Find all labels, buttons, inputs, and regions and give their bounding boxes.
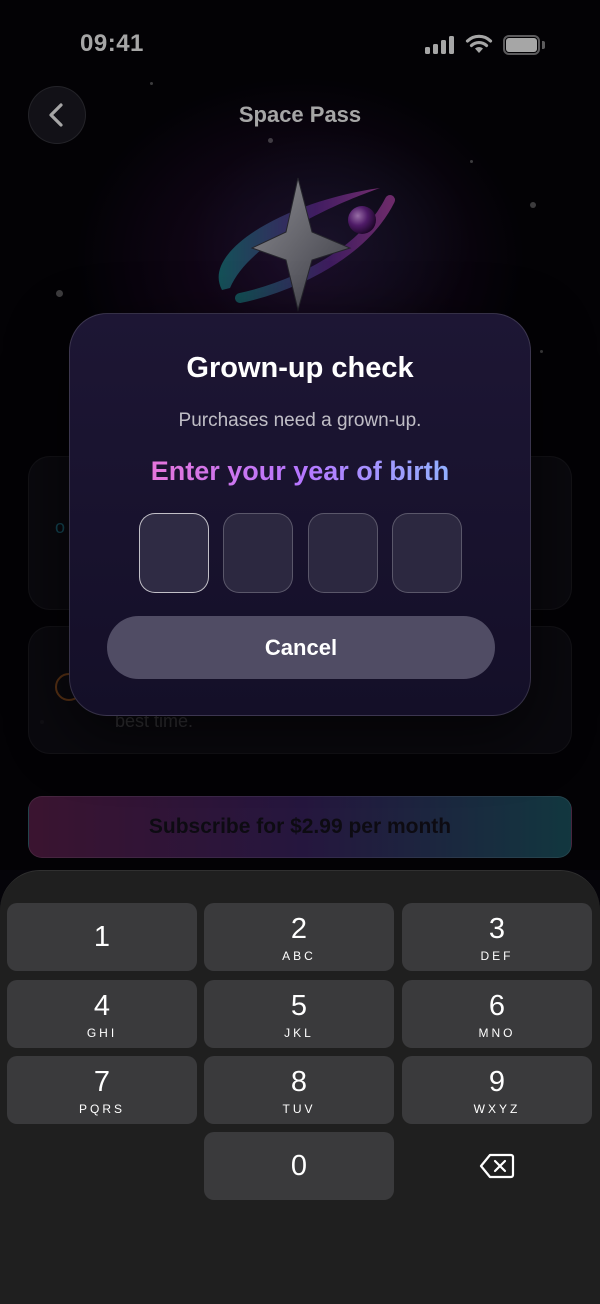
grown-up-check-dialog: Grown-up check Purchases need a grown-up… bbox=[69, 313, 531, 716]
key-letters: WXYZ bbox=[473, 1102, 521, 1116]
key-letters: ABC bbox=[282, 949, 316, 963]
key-number: 6 bbox=[488, 990, 506, 1022]
key-letters: GHI bbox=[86, 1026, 118, 1040]
key-number: 3 bbox=[488, 913, 506, 945]
dialog-prompt: Enter your year of birth bbox=[70, 456, 530, 487]
key-letters: TUV bbox=[282, 1102, 316, 1116]
key-2[interactable]: 2 ABC bbox=[204, 903, 394, 971]
key-7[interactable]: 7 PQRS bbox=[7, 1056, 197, 1124]
key-number: 7 bbox=[93, 1066, 111, 1098]
year-digit-field-1[interactable] bbox=[139, 513, 209, 593]
key-3[interactable]: 3 DEF bbox=[402, 903, 592, 971]
key-number: 9 bbox=[488, 1066, 506, 1098]
key-9[interactable]: 9 WXYZ bbox=[402, 1056, 592, 1124]
year-digit-field-4[interactable] bbox=[392, 513, 462, 593]
backspace-icon bbox=[479, 1153, 515, 1179]
key-number: 5 bbox=[290, 990, 308, 1022]
key-letters: JKL bbox=[284, 1026, 314, 1040]
key-number: 1 bbox=[93, 921, 111, 953]
dialog-subtitle: Purchases need a grown-up. bbox=[178, 410, 422, 431]
key-8[interactable]: 8 TUV bbox=[204, 1056, 394, 1124]
year-digit-field-2[interactable] bbox=[223, 513, 293, 593]
key-5[interactable]: 5 JKL bbox=[204, 980, 394, 1048]
key-letters: PQRS bbox=[78, 1102, 125, 1116]
key-1[interactable]: 1 bbox=[7, 903, 197, 971]
year-digit-field-3[interactable] bbox=[308, 513, 378, 593]
app-screen: 09:41 Space Pass o best time. Subscribe … bbox=[0, 0, 600, 1304]
cancel-button[interactable]: Cancel bbox=[107, 616, 495, 679]
key-letters: MNO bbox=[478, 1026, 516, 1040]
key-4[interactable]: 4 GHI bbox=[7, 980, 197, 1048]
key-letters: DEF bbox=[480, 949, 514, 963]
key-number: 4 bbox=[93, 990, 111, 1022]
dialog-title: Grown-up check bbox=[186, 352, 414, 384]
key-number: 2 bbox=[290, 913, 308, 945]
key-0[interactable]: 0 bbox=[204, 1132, 394, 1200]
key-number: 8 bbox=[290, 1066, 308, 1098]
key-number: 0 bbox=[290, 1150, 308, 1182]
backspace-key[interactable] bbox=[402, 1132, 592, 1200]
key-6[interactable]: 6 MNO bbox=[402, 980, 592, 1048]
